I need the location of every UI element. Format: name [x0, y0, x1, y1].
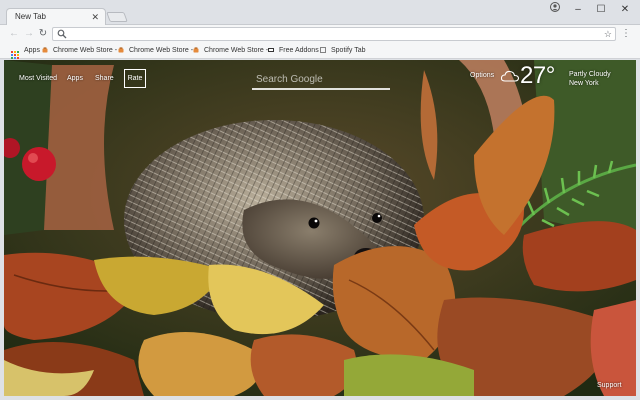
support-link[interactable]: Support [597, 382, 622, 389]
forward-arrow-icon[interactable]: → [23, 27, 35, 41]
page-icon [320, 46, 326, 53]
rate-button[interactable]: Rate [124, 69, 146, 88]
bookmark-label: Spotify Tab [331, 47, 366, 54]
bookmark-item[interactable]: Chrome Web Store - [118, 45, 193, 57]
tab-title: New Tab [15, 12, 46, 21]
tab-close-icon[interactable]: ✕ [91, 11, 99, 23]
bookmark-star-icon[interactable]: ☆ [604, 28, 612, 40]
share-link[interactable]: Share [95, 75, 114, 82]
addons-icon [268, 47, 274, 52]
bookmark-item[interactable]: Chrome Web Store - [42, 45, 117, 57]
profile-icon[interactable] [544, 2, 566, 18]
google-search-box[interactable] [252, 69, 390, 90]
partly-cloudy-icon [501, 70, 519, 82]
bookmark-item[interactable]: Free Addons [268, 45, 319, 57]
browser-menu-icon[interactable]: ⋮ [620, 27, 632, 41]
google-search-input[interactable] [256, 71, 386, 87]
bookmark-label: Free Addons [279, 47, 319, 54]
tab-new-tab[interactable]: New Tab ✕ [6, 8, 106, 26]
address-bar[interactable]: ☆ [52, 27, 616, 41]
bookmark-item[interactable]: Spotify Tab [320, 45, 366, 57]
bookmark-label: Chrome Web Store - [53, 47, 118, 54]
weather-details: Partly Cloudy New York [569, 70, 611, 88]
close-window-button[interactable]: ✕ [614, 2, 636, 18]
hedgehog-background-image [4, 60, 636, 396]
most-visited-link[interactable]: Most Visited [19, 75, 57, 82]
new-tab-button[interactable] [106, 12, 128, 22]
bookmark-apps[interactable]: Apps [11, 45, 40, 59]
chrome-web-store-icon [193, 46, 199, 52]
bookmark-label: Apps [24, 47, 40, 54]
browser-titlebar: New Tab ✕ – ☐ ✕ [0, 0, 640, 26]
apps-link[interactable]: Apps [67, 75, 83, 82]
apps-grid-icon [11, 51, 19, 59]
bookmark-label: Chrome Web Store - [129, 47, 194, 54]
address-input[interactable] [70, 28, 590, 40]
search-icon [57, 29, 67, 39]
chrome-web-store-icon [118, 46, 124, 52]
reload-icon[interactable]: ↻ [37, 27, 49, 41]
bookmark-item[interactable]: Chrome Web Store - [193, 45, 268, 57]
chrome-web-store-icon [42, 46, 48, 52]
browser-toolbar: ← → ↻ ☆ ⋮ [0, 25, 640, 43]
back-arrow-icon[interactable]: ← [8, 27, 20, 41]
new-tab-page: Most Visited Apps Share Rate Options 27°… [4, 60, 636, 396]
minimize-button[interactable]: – [567, 2, 589, 18]
options-link[interactable]: Options [470, 72, 494, 79]
bookmark-label: Chrome Web Store - [204, 47, 269, 54]
bookmarks-bar: Apps Chrome Web Store - Chrome Web Store… [0, 43, 640, 59]
maximize-button[interactable]: ☐ [590, 2, 612, 18]
weather-condition: Partly Cloudy [569, 71, 611, 78]
weather-location: New York [569, 80, 599, 87]
weather-temperature: 27° [520, 62, 555, 89]
